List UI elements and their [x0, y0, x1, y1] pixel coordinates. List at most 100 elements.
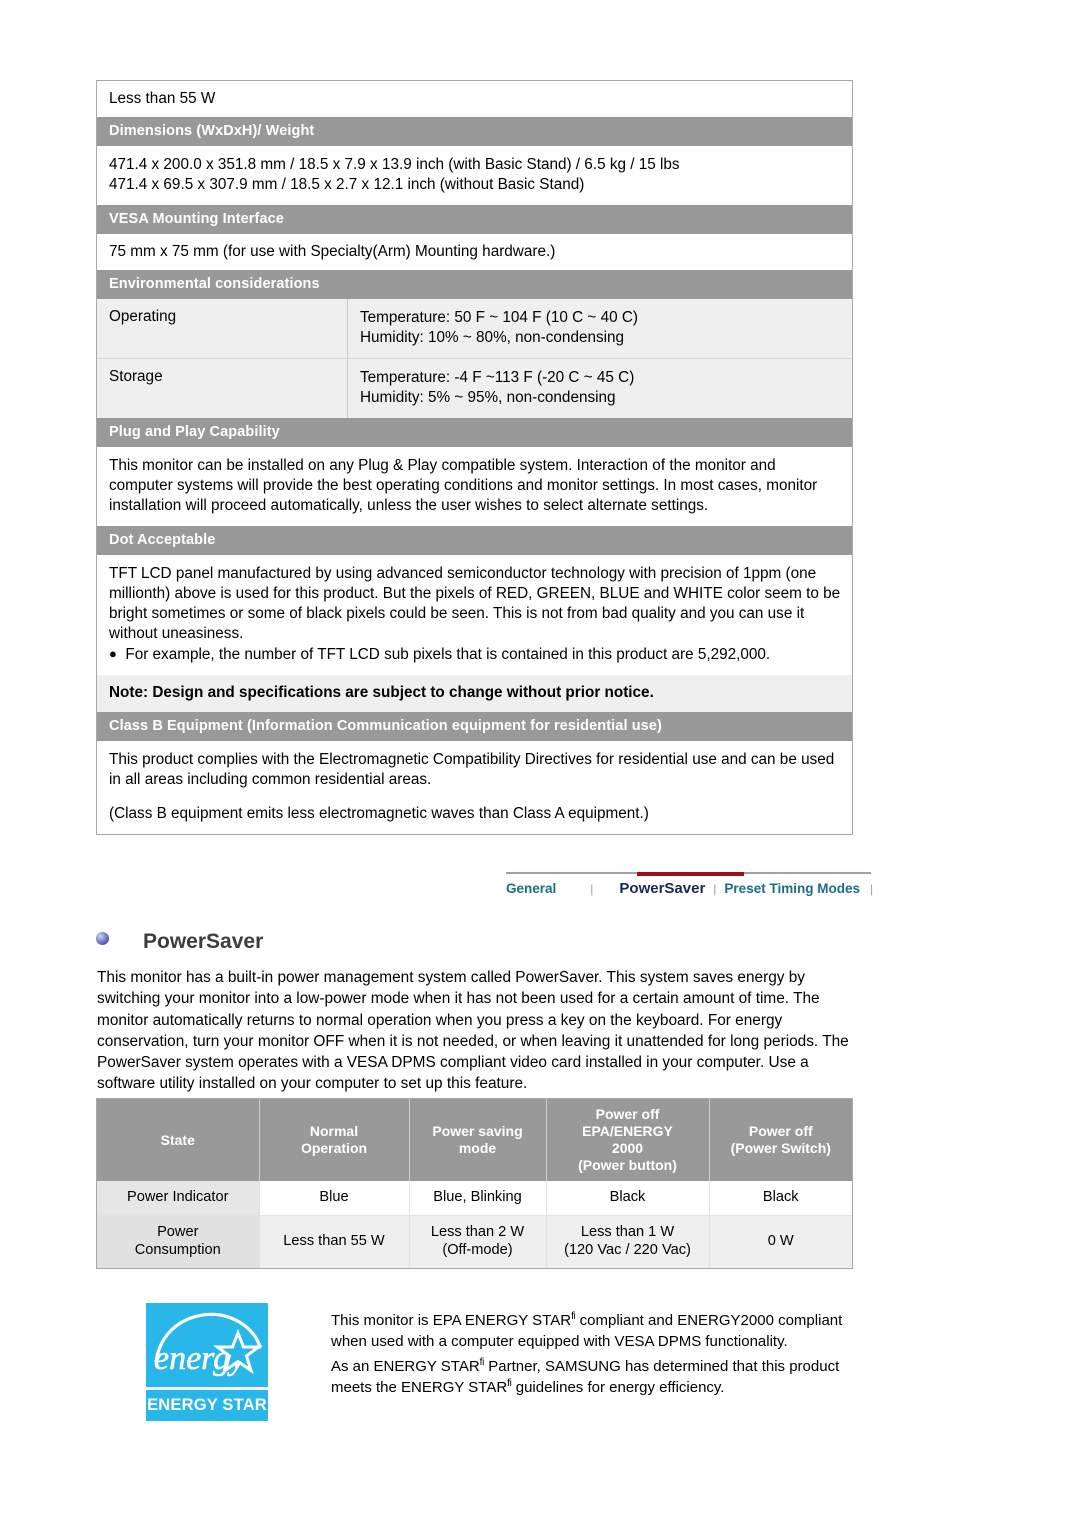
cell-consumption-normal: Less than 55 W [259, 1215, 410, 1268]
dot-acceptable-bullet-text: For example, the number of TFT LCD sub p… [125, 646, 771, 664]
vesa-mounting-value: 75 mm x 75 mm (for use with Specialty(Ar… [97, 233, 852, 270]
dimensions-line-1: 471.4 x 200.0 x 351.8 mm / 18.5 x 7.9 x … [109, 155, 680, 173]
cell-line-1: 0 W [767, 1233, 794, 1249]
cell-line-1: Less than 55 W [283, 1233, 385, 1249]
header-line-2: EPA/ENERGY [582, 1123, 673, 1140]
tab-active-indicator [637, 872, 744, 876]
estar-p1-part-a: This monitor is EPA ENERGY STAR [331, 1312, 572, 1329]
estar-p2-part-c: guidelines for energy efficiency. [511, 1378, 725, 1396]
environmental-label-operating: Operating [97, 298, 348, 359]
cell-indicator-power-off-epa: Black [546, 1181, 710, 1217]
table-row: 471.4 x 200.0 x 351.8 mm / 18.5 x 7.9 x … [97, 145, 852, 205]
tab-powersaver[interactable]: PowerSaver [619, 880, 705, 897]
table-row: Environmental considerations [97, 269, 852, 299]
cell-consumption-power-saving: Less than 2 W (Off-mode) [409, 1215, 547, 1268]
design-note: Note: Design and specifications are subj… [97, 675, 852, 713]
dot-acceptable-body: TFT LCD panel manufactured by using adva… [97, 554, 852, 676]
plug-and-play-header: Plug and Play Capability [97, 418, 852, 448]
tab-separator: | [713, 881, 717, 896]
header-line-4: (Power button) [578, 1157, 677, 1174]
environmental-label-storage: Storage [97, 358, 348, 419]
cell-indicator-power-off-switch: Black [709, 1181, 852, 1217]
label-line-2: Consumption [134, 1241, 221, 1258]
energy-star-paragraph-1: This monitor is EPA ENERGY STARfi compli… [331, 1310, 856, 1353]
table-row: Less than 55 W [97, 81, 852, 117]
sphere-bullet-icon [96, 931, 109, 945]
storage-temperature: Temperature: -4 F ~113 F (-20 C ~ 45 C) [360, 368, 635, 386]
bullet-dot-icon: ● [109, 646, 117, 662]
table-header-row: State Normal Operation Power saving mode… [97, 1099, 852, 1182]
dot-acceptable-bullet: ● For example, the number of TFT LCD sub… [109, 645, 842, 665]
table-row: Dimensions (WxDxH)/ Weight [97, 116, 852, 146]
dimensions-line-2: 471.4 x 69.5 x 307.9 mm / 18.5 x 2.7 x 1… [109, 175, 585, 193]
header-line-1: Power off [748, 1123, 813, 1140]
cell-line-1: Less than 2 W [430, 1224, 525, 1241]
energy-star-logo-bar-text: ENERGY STAR [147, 1396, 267, 1414]
energy-star-logo-bar: ENERGY STAR [146, 1390, 268, 1421]
powersaver-heading: PowerSaver [96, 930, 263, 954]
specifications-table: Less than 55 W Dimensions (WxDxH)/ Weigh… [96, 80, 853, 835]
cell-consumption-power-off-switch: 0 W [709, 1215, 852, 1268]
class-b-paragraph-1: This product complies with the Electroma… [109, 751, 835, 789]
cell-line-1: Less than 1 W [580, 1224, 675, 1241]
section-tab-nav[interactable]: General | PowerSaver | Preset Timing Mod… [506, 872, 874, 908]
column-header-power-off-switch: Power off (Power Switch) [709, 1099, 852, 1182]
power-consumption-value: Less than 55 W [97, 81, 852, 117]
table-row: Dot Acceptable [97, 525, 852, 555]
tab-separator: | [590, 881, 594, 896]
dimensions-weight-value: 471.4 x 200.0 x 351.8 mm / 18.5 x 7.9 x … [97, 145, 852, 205]
column-header-power-saving-mode: Power saving mode [409, 1099, 547, 1182]
tab-preset-timing-modes[interactable]: Preset Timing Modes [724, 881, 860, 896]
table-row: Plug and Play Capability [97, 418, 852, 448]
row-label-power-consumption: Power Consumption [97, 1215, 260, 1268]
class-b-paragraph-2: (Class B equipment emits less electromag… [109, 805, 649, 822]
energy-star-logo-top: energy [146, 1303, 268, 1387]
table-row: 75 mm x 75 mm (for use with Specialty(Ar… [97, 233, 852, 270]
column-header-state: State [97, 1099, 260, 1182]
energy-star-paragraph-2: As an ENERGY STARfi Partner, SAMSUNG has… [331, 1356, 856, 1399]
operating-temperature: Temperature: 50 F ~ 104 F (10 C ~ 40 C) [360, 308, 639, 326]
header-line-3: 2000 [611, 1140, 644, 1157]
header-line-2: mode [458, 1140, 497, 1157]
tab-general[interactable]: General [506, 881, 556, 896]
powersaver-intro-paragraph: This monitor has a built-in power manage… [97, 969, 849, 1093]
table-row: Storage Temperature: -4 F ~113 F (-20 C … [97, 358, 852, 419]
header-line-2: (Power Switch) [730, 1140, 831, 1157]
table-row: This product complies with the Electroma… [97, 741, 852, 834]
environmental-value-operating: Temperature: 50 F ~ 104 F (10 C ~ 40 C) … [347, 298, 852, 359]
header-line-1: Normal [309, 1123, 359, 1140]
page-title: PowerSaver [143, 930, 264, 953]
header-line-1: Power saving [432, 1123, 523, 1140]
cell-line-2: (120 Vac / 220 Vac) [564, 1241, 691, 1258]
cell-consumption-power-off-epa: Less than 1 W (120 Vac / 220 Vac) [546, 1215, 710, 1268]
environmental-subtable: Operating Temperature: 50 F ~ 104 F (10 … [97, 298, 852, 419]
environmental-header: Environmental considerations [97, 269, 852, 299]
dimensions-weight-header: Dimensions (WxDxH)/ Weight [97, 116, 852, 146]
table-row: Class B Equipment (Information Communica… [97, 712, 852, 742]
table-row: TFT LCD panel manufactured by using adva… [97, 554, 852, 676]
class-b-header: Class B Equipment (Information Communica… [97, 712, 852, 742]
column-header-power-off-epa: Power off EPA/ENERGY 2000 (Power button) [546, 1099, 710, 1182]
table-row: Power Indicator Blue Blue, Blinking Blac… [97, 1181, 852, 1217]
table-row: Note: Design and specifications are subj… [97, 675, 852, 713]
tab-list: General | PowerSaver | Preset Timing Mod… [506, 880, 874, 897]
estar-p2-part-a: As an ENERGY STAR [331, 1357, 480, 1375]
energy-star-mark-icon: energy [154, 1312, 263, 1377]
dot-acceptable-header: Dot Acceptable [97, 525, 852, 555]
table-row: VESA Mounting Interface [97, 204, 852, 234]
cell-line-2: (Off-mode) [442, 1241, 513, 1258]
tab-separator: | [869, 881, 874, 896]
table-row: This monitor can be installed on any Plu… [97, 447, 852, 526]
environmental-value-storage: Temperature: -4 F ~113 F (-20 C ~ 45 C) … [347, 358, 852, 419]
table-row: Operating Temperature: 50 F ~ 104 F (10 … [97, 298, 852, 359]
label-line-1: Power [157, 1224, 199, 1241]
operating-humidity: Humidity: 10% ~ 80%, non-condensing [360, 328, 625, 346]
table-row: Power Consumption Less than 55 W Less th… [97, 1215, 852, 1268]
energy-star-logo: energy ENERGY STAR [146, 1303, 268, 1421]
header-line-1: Power off [595, 1106, 660, 1122]
powersaver-table: State Normal Operation Power saving mode… [96, 1098, 853, 1269]
plug-and-play-body: This monitor can be installed on any Plu… [97, 447, 852, 526]
column-header-normal-operation: Normal Operation [259, 1099, 410, 1182]
vesa-mounting-header: VESA Mounting Interface [97, 204, 852, 234]
